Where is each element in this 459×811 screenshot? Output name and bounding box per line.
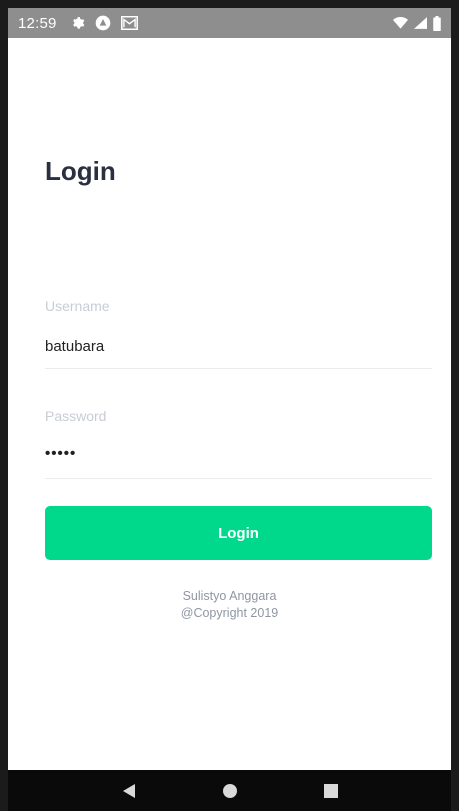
status-time: 12:59	[18, 14, 57, 32]
status-icons-left	[71, 15, 138, 31]
page-title: Login	[45, 156, 116, 186]
wifi-icon	[393, 17, 408, 29]
recents-icon[interactable]	[315, 775, 347, 807]
footer-author: Sulistyo Anggara	[182, 589, 277, 603]
signal-icon	[414, 17, 427, 29]
navigation-bar	[8, 770, 451, 811]
login-screen: Login Username batubara Password ••••• L…	[8, 38, 451, 770]
app-icon	[95, 15, 111, 31]
battery-icon	[433, 15, 441, 31]
mail-icon	[120, 16, 138, 30]
username-label: Username	[45, 298, 110, 314]
status-icons-right	[393, 15, 441, 31]
device-frame: 12:59 Login Username batubara Password •…	[0, 0, 459, 811]
gear-icon	[71, 16, 85, 30]
footer: Sulistyo Anggara @Copyright 2019	[8, 588, 451, 622]
footer-copyright: @Copyright 2019	[180, 606, 279, 620]
password-underline	[45, 478, 432, 479]
password-label: Password	[45, 408, 107, 424]
back-icon[interactable]	[113, 775, 145, 807]
login-button[interactable]: Login	[45, 506, 432, 560]
status-bar: 12:59	[8, 8, 451, 38]
username-input[interactable]: batubara	[45, 338, 104, 355]
username-underline	[45, 368, 432, 369]
password-input[interactable]: •••••	[45, 445, 76, 462]
home-icon[interactable]	[214, 775, 246, 807]
